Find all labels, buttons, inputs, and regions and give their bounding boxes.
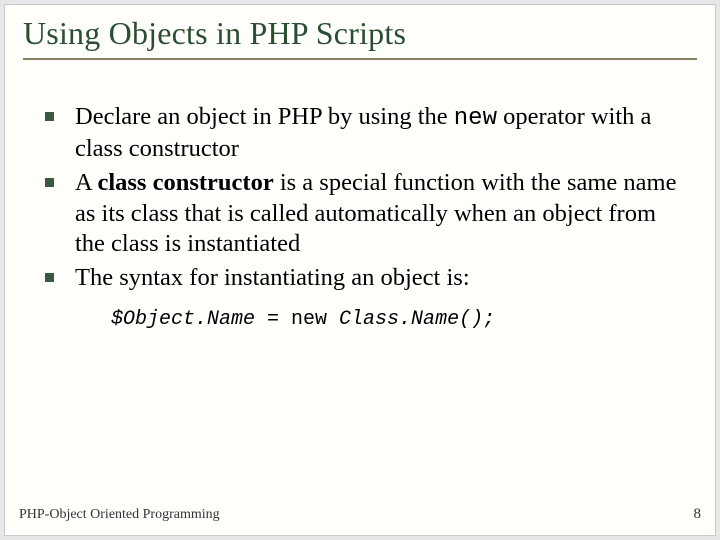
code-classname: Class.Name(); xyxy=(339,308,495,331)
code-keyword: new xyxy=(454,105,497,132)
list-item: The syntax for instantiating an object i… xyxy=(39,263,681,293)
code-block: $Object.Name = new Class.Name(); xyxy=(39,308,681,331)
slide: Using Objects in PHP Scripts Declare an … xyxy=(4,4,716,536)
title-region: Using Objects in PHP Scripts xyxy=(5,5,715,60)
list-item: A class constructor is a special functio… xyxy=(39,168,681,259)
slide-body: Declare an object in PHP by using the ne… xyxy=(5,60,715,331)
list-item: Declare an object in PHP by using the ne… xyxy=(39,102,681,164)
bullet-text: A xyxy=(75,169,97,196)
footer-left: PHP-Object Oriented Programming xyxy=(19,507,220,523)
code-text: = new xyxy=(255,308,339,331)
slide-title: Using Objects in PHP Scripts xyxy=(23,15,697,60)
page-number: 8 xyxy=(694,506,702,523)
code-variable: $Object.Name xyxy=(111,308,255,331)
bullet-text: Declare an object in PHP by using the xyxy=(75,103,454,130)
bold-term: class constructor xyxy=(97,169,273,196)
bullet-text: The syntax for instantiating an object i… xyxy=(75,264,470,291)
bullet-list: Declare an object in PHP by using the ne… xyxy=(39,102,681,294)
